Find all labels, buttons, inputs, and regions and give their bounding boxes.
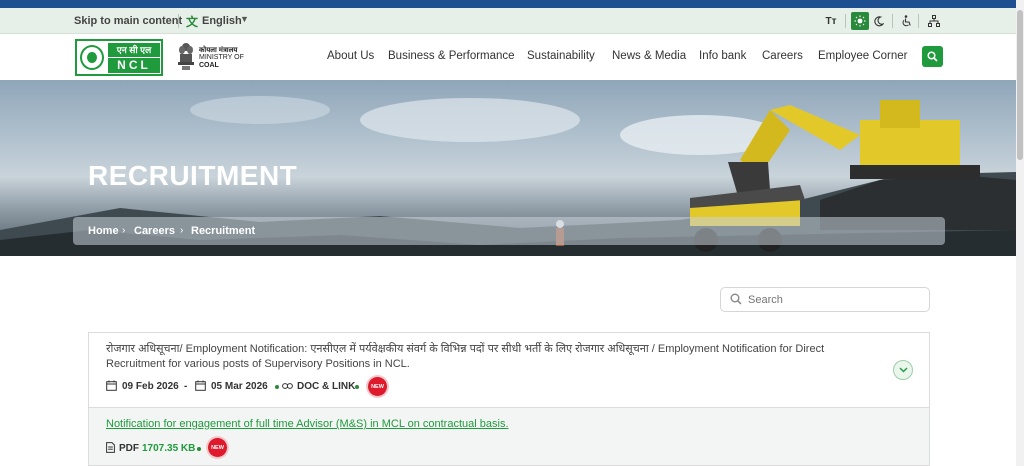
- top-stripe: [0, 0, 1024, 8]
- utility-bar: Skip to main content 文 English ▼ Tт: [0, 8, 1016, 34]
- text-size-button[interactable]: Tт: [822, 12, 840, 30]
- ncl-logo[interactable]: एन सी एल NCL: [75, 39, 163, 76]
- sun-icon: [854, 15, 866, 27]
- calendar-icon: [106, 380, 117, 391]
- expand-notice-button[interactable]: [893, 360, 913, 380]
- nav-item-about-us[interactable]: About Us: [327, 50, 374, 62]
- page-title: RECRUITMENT: [88, 160, 298, 191]
- breadcrumb-home[interactable]: Home: [88, 225, 119, 237]
- link-icon: [282, 383, 293, 389]
- notice-title-link[interactable]: Notification for engagement of full time…: [106, 418, 509, 430]
- chevron-right-icon: ›: [122, 225, 126, 236]
- utility-divider: [178, 14, 179, 28]
- calendar-icon: [195, 380, 206, 391]
- notice-end-date: 05 Mar 2026: [211, 381, 268, 392]
- logo-hindi-text: एन सी एल: [108, 43, 160, 57]
- dark-mode-button[interactable]: [869, 12, 887, 30]
- recruitment-search-input[interactable]: [720, 287, 930, 312]
- new-badge: NEW: [368, 377, 387, 396]
- chevron-down-icon: [899, 367, 907, 373]
- document-icon: [106, 442, 115, 453]
- search-icon: [927, 51, 938, 62]
- hero-banner: RECRUITMENT Home › Careers › Recruitment: [0, 80, 1016, 256]
- logo-ncl-text: NCL: [108, 58, 160, 73]
- notice-type: PDF: [119, 443, 139, 454]
- page-scrollbar-thumb[interactable]: [1017, 10, 1023, 160]
- moon-icon: [873, 15, 884, 26]
- date-range-separator: -: [184, 381, 188, 392]
- ministry-label: MINISTRY OF: [199, 54, 244, 61]
- meta-separator-dot: [355, 385, 359, 389]
- sitemap-button[interactable]: [925, 12, 943, 30]
- notice-item[interactable]: Notification for engagement of full time…: [88, 408, 930, 466]
- nav-item-business-performance[interactable]: Business & Performance: [388, 50, 515, 62]
- nav-item-news-media[interactable]: News & Media: [612, 50, 686, 62]
- new-badge: NEW: [208, 438, 227, 457]
- notice-item[interactable]: रोजगार अधिसूचना/ Employment Notification…: [88, 332, 930, 408]
- notice-type: DOC & LINK: [297, 381, 356, 392]
- sitemap-icon: [928, 15, 940, 27]
- file-size: 1707.35 KB: [142, 443, 196, 454]
- main-navigation: एन सी एल NCL कोयला मंत्रालय MINISTRY OF …: [0, 34, 1016, 80]
- breadcrumb: Home › Careers › Recruitment: [73, 217, 945, 245]
- nav-item-sustainability[interactable]: Sustainability: [527, 50, 595, 62]
- chevron-right-icon: ›: [180, 225, 184, 236]
- nav-item-info-bank[interactable]: Info bank: [699, 50, 746, 62]
- skip-to-main-link[interactable]: Skip to main content: [74, 15, 182, 27]
- notice-start-date: 09 Feb 2026: [122, 381, 179, 392]
- utility-divider: [918, 14, 919, 28]
- language-selector[interactable]: English: [202, 15, 242, 27]
- nav-search-button[interactable]: [922, 46, 943, 67]
- utility-divider: [892, 14, 893, 28]
- light-mode-button[interactable]: [851, 12, 869, 30]
- ncl-emblem-icon: [80, 45, 104, 70]
- nav-item-employee-corner[interactable]: Employee Corner: [818, 50, 907, 62]
- search-icon: [730, 293, 742, 305]
- notice-title[interactable]: रोजगार अधिसूचना/ Employment Notification…: [106, 342, 876, 372]
- accessibility-icon: [902, 15, 911, 27]
- accessibility-button[interactable]: [897, 12, 915, 30]
- breadcrumb-recruitment: Recruitment: [191, 225, 256, 237]
- meta-separator-dot: [197, 447, 201, 451]
- meta-separator-dot: [275, 385, 279, 389]
- breadcrumb-careers[interactable]: Careers: [134, 225, 175, 237]
- utility-divider: [845, 14, 846, 28]
- language-icon: 文: [186, 15, 199, 29]
- ministry-coal-label: COAL: [199, 62, 219, 69]
- nav-item-careers[interactable]: Careers: [762, 50, 803, 62]
- chevron-down-icon[interactable]: ▼: [240, 14, 249, 24]
- national-emblem-icon: [178, 43, 194, 70]
